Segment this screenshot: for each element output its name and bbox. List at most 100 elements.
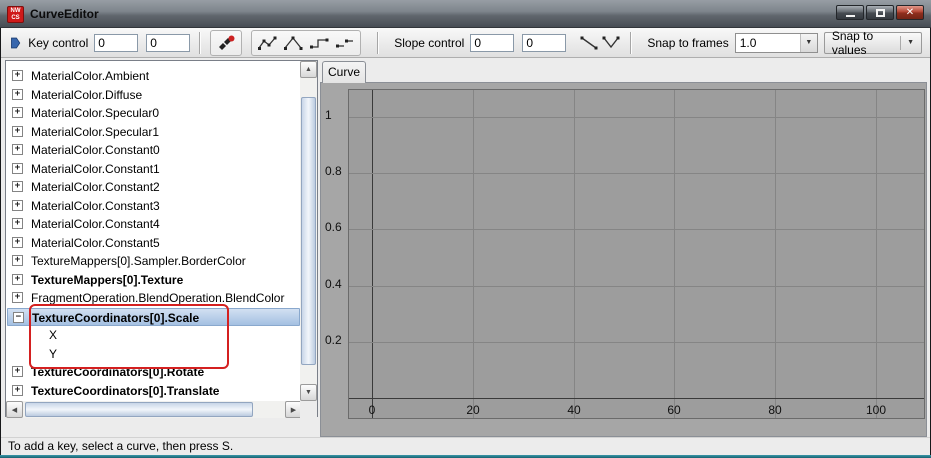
slope-line-button[interactable] <box>578 32 600 54</box>
slope-valley-button[interactable] <box>600 32 622 54</box>
minimize-button[interactable] <box>836 5 864 20</box>
minimize-icon <box>846 15 855 17</box>
snap-to-frames-value: 1.0 <box>736 36 800 50</box>
tree-item[interactable]: +MaterialColor.Constant0 <box>7 141 300 159</box>
tab-curve[interactable]: Curve <box>322 61 366 83</box>
vertical-scroll-thumb[interactable] <box>301 97 316 365</box>
y-tick-label: 0.6 <box>325 220 347 236</box>
status-bar: To add a key, select a curve, then press… <box>1 437 930 455</box>
tree-item-label: X <box>49 326 57 344</box>
gridline-horizontal <box>349 173 924 174</box>
app-icon-text-bottom: CS <box>11 15 19 22</box>
tree-item-label: FragmentOperation.BlendOperation.BlendCo… <box>31 289 284 307</box>
step-interpolation-button[interactable] <box>306 32 332 54</box>
y-tick-label: 1 <box>325 108 347 124</box>
tree-item[interactable]: +TextureCoordinators[0].Rotate <box>7 363 300 381</box>
toolbar: Key control <box>1 28 930 58</box>
tree-item[interactable]: +MaterialColor.Constant4 <box>7 215 300 233</box>
triangle-left-icon: ◀ <box>12 406 17 414</box>
animation-tree-panel: +MaterialColor.Ambient+MaterialColor.Dif… <box>5 60 318 417</box>
caption-buttons: ✕ <box>836 5 924 20</box>
snap-to-values-label: Snap to values <box>832 29 894 57</box>
tree-item[interactable]: + FragmentOperation.BlendOperation.BlendC… <box>7 289 300 307</box>
tree-item[interactable]: +MaterialColor.Constant5 <box>7 234 300 252</box>
window-title: CurveEditor <box>30 0 99 28</box>
plot-area[interactable]: 020406080100 <box>348 89 925 419</box>
key-value-input[interactable] <box>146 34 190 52</box>
slope-in-input[interactable] <box>470 34 514 52</box>
tree-item-label: TextureMappers[0].Sampler.BorderColor <box>31 252 246 270</box>
collapse-icon[interactable]: − <box>13 312 24 323</box>
snap-to-frames-combobox[interactable]: 1.0 ▼ <box>735 33 818 53</box>
expand-icon[interactable]: + <box>12 385 23 396</box>
expand-icon[interactable]: + <box>12 200 23 211</box>
tree-item-label: TextureMappers[0].Texture <box>31 271 183 289</box>
maximize-button[interactable] <box>866 5 894 20</box>
y-tick-label: 0.8 <box>325 164 347 180</box>
expand-icon[interactable]: + <box>12 237 23 248</box>
scroll-left-button[interactable]: ◀ <box>6 401 23 418</box>
expand-icon[interactable]: + <box>12 107 23 118</box>
horizontal-scrollbar[interactable]: ◀ ▶ <box>6 401 302 418</box>
expand-icon[interactable]: + <box>12 255 23 266</box>
expand-icon[interactable]: + <box>12 181 23 192</box>
tree-item[interactable]: −TextureCoordinators[0].Scale <box>7 308 300 326</box>
scroll-down-button[interactable]: ▼ <box>300 384 317 401</box>
tree-item[interactable]: + MaterialColor.Constant1 <box>7 160 300 178</box>
linear-curve-icon <box>257 35 277 51</box>
vertical-scrollbar[interactable]: ▲ ▼ <box>300 61 317 401</box>
gridline-vertical <box>574 90 575 418</box>
app-icon: NW CS <box>7 6 24 23</box>
close-icon: ✕ <box>906 8 914 18</box>
toolbar-separator <box>630 32 632 54</box>
tree-item[interactable]: +MaterialColor.Constant3 <box>7 197 300 215</box>
expand-icon[interactable]: + <box>12 70 23 81</box>
tree-item-label: Y <box>49 345 57 363</box>
add-key-icon <box>217 35 235 51</box>
snap-to-values-button[interactable]: Snap to values ▼ <box>824 32 922 54</box>
toolbar-separator <box>199 32 201 54</box>
expand-icon[interactable]: + <box>12 292 23 303</box>
key-frame-input[interactable] <box>94 34 138 52</box>
maximize-icon <box>876 9 885 17</box>
peak-interpolation-button[interactable] <box>280 32 306 54</box>
tree-item[interactable]: +MaterialColor.Ambient <box>7 67 300 85</box>
tree-item[interactable]: + TextureMappers[0].Texture <box>7 271 300 289</box>
expand-icon[interactable]: + <box>12 218 23 229</box>
constant-interpolation-button[interactable] <box>332 32 358 54</box>
expand-icon[interactable]: + <box>12 126 23 137</box>
y-tick-label: 0.4 <box>325 277 347 293</box>
x-tick-label: 20 <box>466 403 479 417</box>
tree-item[interactable]: +MaterialColor.Constant2 <box>7 178 300 196</box>
gridline-vertical <box>775 90 776 418</box>
tree-item[interactable]: +MaterialColor.Specular1 <box>7 123 300 141</box>
linear-interpolation-button[interactable] <box>254 32 280 54</box>
tree-item[interactable]: +MaterialColor.Diffuse <box>7 86 300 104</box>
close-button[interactable]: ✕ <box>896 5 924 20</box>
gridline-horizontal <box>349 117 924 118</box>
interpolation-group <box>251 30 361 56</box>
tree-item[interactable]: Y <box>7 345 300 363</box>
tree-item-label: MaterialColor.Constant1 <box>31 160 160 178</box>
scroll-up-button[interactable]: ▲ <box>300 61 317 78</box>
x-tick-label: 0 <box>369 403 376 417</box>
tree-item[interactable]: +MaterialColor.Specular0 <box>7 104 300 122</box>
combo-dropdown-button[interactable]: ▼ <box>800 34 817 52</box>
tree-item[interactable]: + TextureMappers[0].Sampler.BorderColor <box>7 252 300 270</box>
slope-out-input[interactable] <box>522 34 566 52</box>
tree-item[interactable]: + TextureCoordinators[0].Translate <box>7 382 300 400</box>
expand-icon[interactable]: + <box>12 366 23 377</box>
expand-icon[interactable]: + <box>12 163 23 174</box>
horizontal-scroll-thumb[interactable] <box>25 402 253 417</box>
add-key-button[interactable] <box>213 32 239 54</box>
triangle-down-icon: ▼ <box>305 389 312 396</box>
expand-icon[interactable]: + <box>12 274 23 285</box>
gridline-horizontal <box>349 342 924 343</box>
tree-item[interactable]: X <box>7 326 300 344</box>
toolbar-separator <box>377 32 379 54</box>
expand-icon[interactable]: + <box>12 89 23 100</box>
expand-icon[interactable]: + <box>12 144 23 155</box>
slope-valley-icon <box>601 35 621 51</box>
chevron-down-icon: ▼ <box>907 39 914 46</box>
tree-item-label: TextureCoordinators[0].Translate <box>31 382 219 400</box>
